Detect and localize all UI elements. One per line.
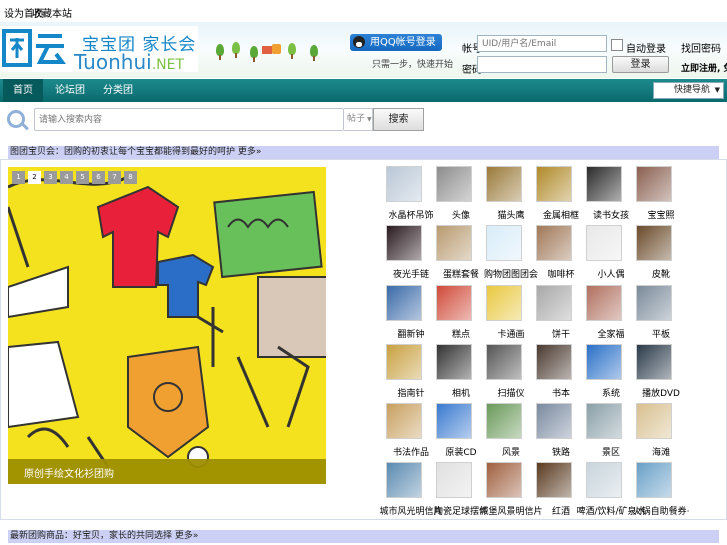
product-thumbnail[interactable]: [636, 225, 672, 261]
search-type-label: 帖子: [347, 114, 366, 124]
product-thumbnail[interactable]: [536, 285, 572, 321]
search-type-select[interactable]: 帖子 ▼: [344, 108, 373, 131]
product-thumbnail[interactable]: [636, 285, 672, 321]
qq-login-label: 用QQ帐号登录: [370, 37, 436, 48]
product-thumbnail[interactable]: [636, 344, 672, 380]
product-thumbnail[interactable]: [386, 403, 422, 439]
product-thumbnail[interactable]: [436, 462, 472, 498]
product-thumbnail[interactable]: [536, 225, 572, 261]
product-thumbnail[interactable]: [436, 285, 472, 321]
product-thumbnail[interactable]: [586, 285, 622, 321]
product-thumbnail[interactable]: [386, 462, 422, 498]
account-input[interactable]: [477, 35, 607, 52]
product-thumbnail[interactable]: [486, 166, 522, 202]
slide-page-2[interactable]: 2: [28, 171, 41, 184]
product-label[interactable]: 宝宝照: [626, 208, 696, 221]
tshirt-drawing-icon: [8, 167, 326, 484]
auto-login-checkbox[interactable]: [611, 39, 623, 51]
bookmark-link[interactable]: 收藏本站: [32, 5, 72, 20]
product-thumbnail[interactable]: [436, 344, 472, 380]
qq-login-note: 只需一步，快速开始: [372, 60, 454, 70]
product-thumbnail[interactable]: [386, 166, 422, 202]
slideshow-image[interactable]: [8, 167, 326, 484]
top-bar: 设为首页 收藏本站: [0, 0, 727, 22]
site-logo[interactable]: 宝宝团 家长会 Tuonhui.NET: [0, 26, 198, 74]
product-thumbnail[interactable]: [486, 285, 522, 321]
chevron-down-icon: ▼: [367, 116, 372, 123]
quick-nav-select[interactable]: 快捷导航 ▼: [653, 82, 724, 99]
nav-item-forum[interactable]: 论坛团: [50, 79, 90, 102]
product-thumbnail[interactable]: [536, 462, 572, 498]
forgot-password-link[interactable]: 找回密码: [681, 40, 721, 55]
register-link[interactable]: 立即注册, 免费注册: [681, 61, 727, 74]
header-scenery: [210, 40, 340, 64]
product-thumbnail[interactable]: [636, 462, 672, 498]
product-thumbnail[interactable]: [486, 403, 522, 439]
product-label[interactable]: 火锅自助餐券·: [626, 504, 696, 517]
product-thumbnail[interactable]: [536, 344, 572, 380]
product-label[interactable]: 海滩: [626, 445, 696, 458]
slide-page-1[interactable]: 1: [12, 171, 25, 184]
product-label[interactable]: 播放DVD: [626, 386, 696, 399]
product-label[interactable]: 平板: [626, 327, 696, 340]
nav-item-home[interactable]: 首页: [3, 79, 43, 102]
slide-page-8[interactable]: 8: [124, 171, 137, 184]
slideshow-caption[interactable]: 原创手绘文化衫团购: [24, 465, 114, 480]
product-thumbnail[interactable]: [486, 344, 522, 380]
search-icon: [7, 110, 25, 128]
product-thumbnail[interactable]: [636, 166, 672, 202]
chevron-down-icon: ▼: [714, 86, 720, 94]
product-thumbnail[interactable]: [386, 344, 422, 380]
product-thumbnail[interactable]: [536, 403, 572, 439]
search-button[interactable]: 搜索: [373, 108, 424, 131]
slide-page-3[interactable]: 3: [44, 171, 57, 184]
slide-page-6[interactable]: 6: [92, 171, 105, 184]
section-title-featured[interactable]: 图团宝贝会：团购的初衷让每个宝宝都能得到最好的呵护 更多»: [8, 146, 719, 159]
qq-login-button[interactable]: 用QQ帐号登录: [350, 34, 442, 51]
password-input[interactable]: [477, 56, 607, 73]
product-thumbnail[interactable]: [586, 344, 622, 380]
product-thumbnail[interactable]: [586, 166, 622, 202]
product-thumbnail[interactable]: [636, 403, 672, 439]
product-thumbnail[interactable]: [386, 225, 422, 261]
product-thumbnail[interactable]: [486, 462, 522, 498]
product-label[interactable]: 皮靴: [626, 267, 696, 280]
qq-penguin-icon: [353, 36, 365, 48]
main-nav: 首页 论坛团 分类团: [0, 79, 727, 102]
login-button[interactable]: 登录: [612, 56, 669, 73]
product-thumbnail[interactable]: [536, 166, 572, 202]
product-thumbnail[interactable]: [436, 166, 472, 202]
product-thumbnail[interactable]: [486, 225, 522, 261]
search-input[interactable]: [34, 108, 344, 131]
quick-nav-label: 快捷导航: [674, 85, 711, 95]
slide-page-5[interactable]: 5: [76, 171, 89, 184]
product-thumbnail[interactable]: [386, 285, 422, 321]
slide-page-4[interactable]: 4: [60, 171, 73, 184]
product-thumbnail[interactable]: [436, 225, 472, 261]
section-title-latest[interactable]: 最新团购商品：好宝贝，家长的共同选择 更多»: [8, 530, 719, 543]
product-thumbnail[interactable]: [436, 403, 472, 439]
logo-english-text: Tuonhui.NET: [74, 50, 185, 74]
logo-mark-icon: [2, 29, 66, 67]
auto-login-label: 自动登录: [626, 44, 666, 55]
product-thumbnail[interactable]: [586, 403, 622, 439]
slide-page-7[interactable]: 7: [108, 171, 121, 184]
product-thumbnail[interactable]: [586, 462, 622, 498]
nav-item-category[interactable]: 分类团: [98, 79, 138, 102]
product-thumbnail[interactable]: [586, 225, 622, 261]
